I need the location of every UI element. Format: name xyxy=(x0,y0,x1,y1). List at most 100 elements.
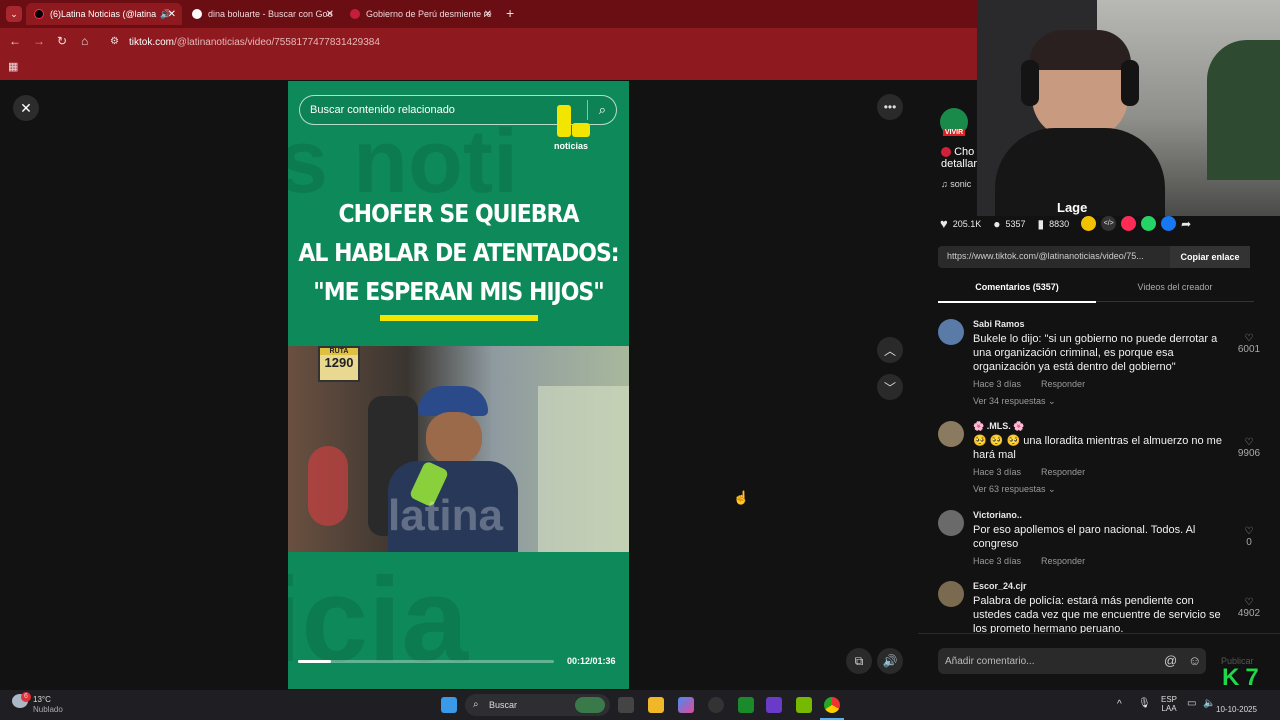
language-indicator[interactable]: ESP LAA xyxy=(1161,695,1177,713)
avatar[interactable] xyxy=(938,319,964,345)
tab-search-button[interactable]: ⌄ xyxy=(6,6,22,22)
avatar[interactable] xyxy=(938,581,964,607)
tab-creator-videos[interactable]: Videos del creador xyxy=(1096,282,1254,302)
background-pattern: icia xyxy=(288,553,469,687)
comment-username[interactable]: Escor_24.cjr xyxy=(973,581,1027,591)
tab-comments[interactable]: Comentarios (5357) xyxy=(938,282,1096,303)
comment-like[interactable]: ♡ 4902 xyxy=(1234,597,1264,619)
site-info-icon[interactable]: ⚙ xyxy=(110,36,119,47)
temperature: 13°C xyxy=(33,695,51,704)
mention-icon[interactable]: @ xyxy=(1164,653,1177,668)
comment-username[interactable]: 🌸 .MLS. 🌸 xyxy=(973,421,1024,432)
comment-username[interactable]: Sabi Ramos xyxy=(973,319,1025,329)
comment-icon[interactable]: ● xyxy=(993,217,1000,231)
app-icon[interactable] xyxy=(708,697,724,713)
new-tab-button[interactable]: + xyxy=(506,5,514,21)
plant xyxy=(1207,40,1280,180)
bookmark-icon[interactable]: ▮ xyxy=(1038,217,1045,231)
add-comment-input[interactable]: Añadir comentario... @ ☺ xyxy=(938,648,1206,674)
heart-icon[interactable]: ♥ xyxy=(940,216,948,231)
tiktok-icon xyxy=(34,9,44,19)
reply-button[interactable]: Responder xyxy=(1041,379,1085,389)
comment-item: Victoriano.. Por eso apollemos el paro n… xyxy=(938,510,1278,570)
more-options-button[interactable]: ••• xyxy=(877,94,903,120)
apps-grid-icon[interactable]: ▦ xyxy=(8,60,18,73)
tab-gobierno-peru[interactable]: Gobierno de Perú desmiente re ✕ xyxy=(342,3,498,25)
tab-dina-boluarte[interactable]: dina boluarte - Buscar con Goo ✕ xyxy=(184,3,340,25)
close-tab-icon[interactable]: ✕ xyxy=(168,9,176,20)
video-description: Cho detallar xyxy=(941,146,978,170)
search-highlight-image xyxy=(575,697,605,713)
home-icon[interactable]: ⌂ xyxy=(81,34,88,48)
comment-text: Bukele lo dijo: "si un gobierno no puede… xyxy=(973,333,1218,373)
whatsapp-icon[interactable] xyxy=(1141,216,1157,231)
video-editor-icon[interactable] xyxy=(766,697,782,713)
share-link-text[interactable]: https://www.tiktok.com/@latinanoticias/v… xyxy=(947,251,1167,261)
view-replies-button[interactable]: Ver 34 respuestas ⌄ xyxy=(973,396,1056,407)
file-explorer-icon[interactable] xyxy=(648,697,664,713)
volume-icon[interactable]: 🔈 xyxy=(1203,698,1215,709)
music-info[interactable]: ♫ sonic xyxy=(941,179,971,189)
copilot-icon[interactable] xyxy=(678,697,694,713)
microphone-icon[interactable]: 🎙 xyxy=(1138,698,1151,709)
embed-icon[interactable]: </> xyxy=(1101,216,1117,231)
video-progress-bar[interactable] xyxy=(298,660,554,663)
send-icon[interactable] xyxy=(1121,216,1137,231)
url-field[interactable]: tiktok.com/@latinanoticias/video/7558177… xyxy=(129,37,380,48)
google-icon xyxy=(192,9,202,19)
url-path: /@latinanoticias/video/75581774778314293… xyxy=(174,37,380,48)
xbox-icon[interactable] xyxy=(738,697,754,713)
comment-text: Por eso apollemos el paro nacional. Todo… xyxy=(973,524,1196,550)
emoji-share-icon[interactable] xyxy=(1081,216,1097,231)
emoji-icon[interactable]: ☺ xyxy=(1188,653,1201,668)
chevron-up-icon: ︿ xyxy=(883,343,896,358)
avatar[interactable] xyxy=(938,510,964,536)
comment-like[interactable]: ♡ 9906 xyxy=(1234,437,1264,459)
reply-button[interactable]: Responder xyxy=(1041,467,1085,477)
close-tab-icon[interactable]: ✕ xyxy=(326,9,334,20)
close-tab-icon[interactable]: ✕ xyxy=(484,9,492,20)
facebook-icon[interactable] xyxy=(1161,216,1177,231)
headline-underline xyxy=(380,315,538,321)
search-icon[interactable]: ⌕ xyxy=(599,102,606,118)
creator-avatar[interactable]: VIVIR xyxy=(940,108,968,136)
comment-item: 🌸 .MLS. 🌸 🥺 🥺 🥺 una lloradita mientras e… xyxy=(938,421,1278,501)
video-player[interactable]: s noti icia Buscar contenido relacionado… xyxy=(288,81,629,689)
mouse-cursor-icon: ☝ xyxy=(733,490,750,505)
back-icon[interactable]: ← xyxy=(9,34,21,48)
weather-text: Nublado xyxy=(33,705,63,714)
network-icon[interactable]: ▭ xyxy=(1187,698,1196,709)
latina-logo xyxy=(556,105,594,143)
engagement-stats: ♥ 205.1K ● 5357 ▮ 8830 </> ➦ xyxy=(940,216,1191,231)
comment-item: Escor_24.cjr Palabra de policía: estará … xyxy=(938,581,1278,633)
chrome-icon[interactable] xyxy=(824,697,840,713)
volume-button[interactable]: 🔊 xyxy=(877,648,903,674)
search-icon: ⌕ xyxy=(473,699,479,710)
comment-like[interactable]: ♡ 6001 xyxy=(1234,333,1264,355)
reload-icon[interactable]: ↻ xyxy=(57,34,67,48)
avatar[interactable] xyxy=(938,421,964,447)
next-video-button[interactable]: ﹀ xyxy=(877,374,903,400)
save-count: 8830 xyxy=(1049,218,1070,229)
copy-link-button[interactable]: Copiar enlace xyxy=(1170,246,1250,268)
share-arrow-icon[interactable]: ➦ xyxy=(1181,217,1191,231)
taskbar-search[interactable]: ⌕ Buscar xyxy=(465,694,610,716)
task-view-icon[interactable] xyxy=(618,697,634,713)
pip-button[interactable]: ⧉ xyxy=(846,648,872,674)
previous-video-button[interactable]: ︿ xyxy=(877,337,903,363)
video-frame-photo: RUTA 1290 latina xyxy=(288,346,629,552)
chevron-up-icon[interactable]: ^ xyxy=(1117,699,1122,710)
comment-item: Sabi Ramos Bukele lo dijo: "si un gobier… xyxy=(938,319,1278,409)
forward-icon[interactable]: → xyxy=(33,34,45,48)
k7-overlay-logo: K7 xyxy=(1222,664,1265,691)
close-video-button[interactable]: ✕ xyxy=(13,95,39,121)
clock-date[interactable]: 10-10-2025 xyxy=(1216,705,1257,714)
comment-username[interactable]: Victoriano.. xyxy=(973,510,1022,520)
view-replies-button[interactable]: Ver 63 respuestas ⌄ xyxy=(973,484,1056,495)
reply-button[interactable]: Responder xyxy=(1041,556,1085,566)
comment-like[interactable]: ♡ 0 xyxy=(1234,526,1264,548)
windows-start-icon[interactable] xyxy=(441,697,457,713)
comment-meta: Hace 3 días Responder xyxy=(973,379,1086,389)
tab-latina-noticias[interactable]: (6)Latina Noticias (@latina 🔊 ✕ xyxy=(26,3,182,25)
nvidia-icon[interactable] xyxy=(796,697,812,713)
